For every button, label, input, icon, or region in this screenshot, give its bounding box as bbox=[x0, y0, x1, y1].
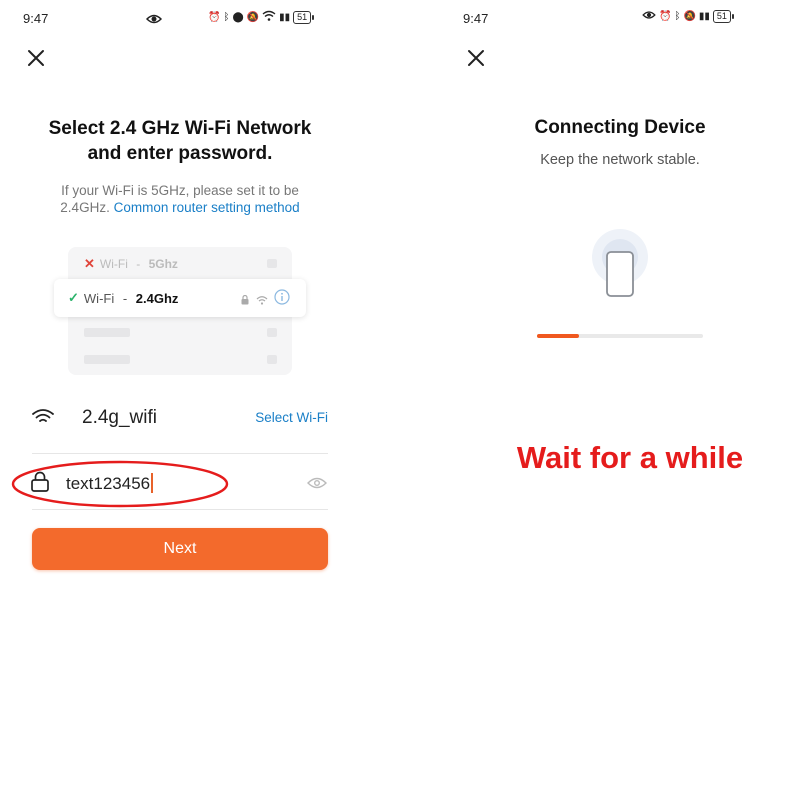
connection-progress-bar bbox=[537, 334, 703, 338]
wifi-5ghz-label: Wi-Fi bbox=[99, 257, 128, 271]
wifi-24ghz-label: Wi-Fi bbox=[83, 290, 115, 306]
divider bbox=[32, 453, 328, 454]
illustration-row-24ghz: ✓ Wi-Fi - 2.4Ghz bbox=[68, 290, 178, 306]
location-icon: ⬤ bbox=[232, 11, 244, 23]
battery-icon: 51 bbox=[712, 10, 734, 23]
eye-icon bbox=[642, 10, 656, 23]
hint-text: 2.4GHz. bbox=[60, 200, 110, 215]
check-icon: ✓ bbox=[68, 290, 79, 305]
wifi-small-icon bbox=[256, 292, 268, 310]
hint-line-1: If your Wi-Fi is 5GHz, please set it to … bbox=[61, 183, 299, 198]
placeholder-square bbox=[267, 355, 277, 364]
page-title: Select 2.4 GHz Wi-Fi Network and enter p… bbox=[20, 116, 340, 166]
bluetooth-icon: ᛒ bbox=[223, 11, 230, 23]
title-line-1: Select 2.4 GHz Wi-Fi Network bbox=[48, 118, 312, 139]
band-hint: If your Wi-Fi is 5GHz, please set it to … bbox=[30, 182, 330, 216]
hint-line-2: 2.4GHz. Common router setting method bbox=[30, 199, 330, 216]
connecting-subtitle: Keep the network stable. bbox=[540, 152, 700, 168]
select-wifi-link[interactable]: Select Wi-Fi bbox=[255, 410, 328, 425]
x-icon: ✕ bbox=[84, 256, 95, 271]
separator: - bbox=[132, 257, 144, 271]
progress-fill bbox=[537, 334, 579, 338]
status-icons: ⏰ ᛒ ⬤ 🔕 ▮▮ 51 bbox=[208, 10, 315, 24]
separator: - bbox=[119, 290, 131, 306]
next-button[interactable]: Next bbox=[32, 528, 328, 570]
info-icon bbox=[274, 289, 290, 310]
eye-icon bbox=[145, 12, 163, 30]
wifi-icon bbox=[32, 408, 54, 431]
phone-device-icon bbox=[592, 229, 648, 297]
illustration-row-5ghz: ✕ Wi-Fi - 5Ghz bbox=[84, 256, 178, 272]
placeholder-square bbox=[267, 259, 277, 268]
mute-icon: 🔕 bbox=[683, 11, 696, 22]
signal-icon: ▮▮ bbox=[279, 11, 291, 23]
close-icon[interactable] bbox=[26, 48, 46, 68]
placeholder-square bbox=[267, 328, 277, 337]
wifi-24ghz-band: 2.4Ghz bbox=[135, 290, 179, 306]
placeholder-bar bbox=[84, 328, 130, 337]
signal-icon: ▮▮ bbox=[698, 11, 710, 22]
wait-annotation: Wait for a while bbox=[516, 440, 744, 475]
wifi-ssid-value[interactable]: 2.4g_wifi bbox=[82, 407, 157, 429]
connecting-title: Connecting Device bbox=[534, 117, 706, 138]
wifi-setup-screen: 9:47 ⏰ ᛒ ⬤ 🔕 ▮▮ 51 Select 2.4 GHz Wi-Fi … bbox=[0, 0, 400, 800]
wifi-5ghz-band: 5Ghz bbox=[148, 257, 178, 271]
title-line-2: and enter password. bbox=[87, 143, 273, 164]
battery-icon: 51 bbox=[293, 10, 315, 24]
close-icon[interactable] bbox=[466, 48, 486, 68]
mute-icon: 🔕 bbox=[246, 11, 260, 23]
placeholder-bar bbox=[84, 355, 130, 364]
show-password-eye-icon[interactable] bbox=[307, 476, 327, 494]
bluetooth-icon: ᛒ bbox=[674, 11, 681, 22]
router-setting-link[interactable]: Common router setting method bbox=[114, 200, 300, 215]
lock-small-icon bbox=[241, 292, 249, 310]
wifi-status-icon bbox=[262, 10, 276, 24]
alarm-icon: ⏰ bbox=[208, 11, 221, 23]
alarm-icon: ⏰ bbox=[659, 11, 672, 22]
status-time: 9:47 bbox=[463, 11, 489, 26]
annotation-ellipse bbox=[11, 460, 229, 508]
status-icons: ⏰ ᛒ 🔕 ▮▮ 51 bbox=[642, 10, 734, 23]
status-time: 9:47 bbox=[23, 11, 49, 26]
